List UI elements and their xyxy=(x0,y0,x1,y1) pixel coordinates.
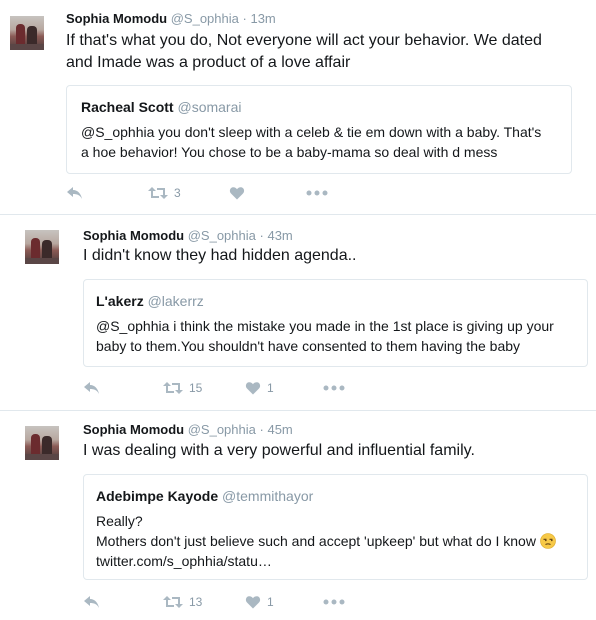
heart-icon xyxy=(229,187,245,200)
quoted-text-line: a hoe behavior! You chose to be a baby-m… xyxy=(81,144,498,160)
author-name[interactable]: Sophia Momodu xyxy=(83,422,184,437)
author-name[interactable]: Sophia Momodu xyxy=(66,11,167,26)
timestamp[interactable]: 45m xyxy=(267,422,292,437)
like-button[interactable]: 1 xyxy=(245,594,274,610)
more-icon xyxy=(323,599,345,605)
tweet-text: I didn't know they had hidden agenda.. xyxy=(83,245,588,267)
separator: · xyxy=(259,422,264,437)
tweet-header: Sophia Momodu @S_ophhia · 43m xyxy=(83,228,293,243)
retweet-icon xyxy=(148,187,168,199)
avatar[interactable] xyxy=(10,16,44,50)
avatar[interactable] xyxy=(25,426,59,460)
quoted-author-handle: @somarai xyxy=(177,99,242,115)
reply-button[interactable] xyxy=(83,594,101,610)
quoted-text-line: Mothers don't just believe such and acce… xyxy=(96,531,586,551)
more-button[interactable] xyxy=(323,382,345,394)
retweet-icon xyxy=(163,596,183,608)
quoted-text-line: baby to them.You shouldn't have consente… xyxy=(96,338,521,354)
tweet-text: If that's what you do, Not everyone will… xyxy=(66,30,586,74)
tweet-text-line: I was dealing with a very powerful and i… xyxy=(83,442,475,459)
more-button[interactable] xyxy=(323,596,345,608)
quoted-tweet[interactable]: Racheal Scott @somarai @S_ophhia you don… xyxy=(66,85,572,174)
quoted-tweet-text: @S_ophhia i think the mistake you made i… xyxy=(96,316,586,356)
retweet-button[interactable]: 3 xyxy=(148,185,181,201)
avatar[interactable] xyxy=(25,230,59,264)
unamused-face-emoji xyxy=(540,533,556,549)
reply-button[interactable] xyxy=(83,380,101,396)
author-handle[interactable]: @S_ophhia xyxy=(188,228,256,243)
tweet-header: Sophia Momodu @S_ophhia · 45m xyxy=(83,422,293,437)
quoted-text-segment: Mothers don't just believe such and acce… xyxy=(96,533,536,549)
tweet-actions: 15 1 xyxy=(83,380,353,400)
timestamp[interactable]: 43m xyxy=(267,228,292,243)
tweet-header: Sophia Momodu @S_ophhia · 13m xyxy=(66,11,276,26)
like-count: 1 xyxy=(267,595,274,609)
quoted-tweet-header: L'akerz @lakerrz xyxy=(96,293,204,309)
reply-button[interactable] xyxy=(66,185,84,201)
retweet-button[interactable]: 13 xyxy=(163,594,202,610)
quoted-text-line: Really? xyxy=(96,513,143,529)
timestamp[interactable]: 13m xyxy=(250,11,275,26)
quoted-tweet-header: Adebimpe Kayode @temmithayor xyxy=(96,488,313,504)
quoted-tweet-text: @S_ophhia you don't sleep with a celeb &… xyxy=(81,122,569,162)
tweet-text-line: I didn't know they had hidden agenda.. xyxy=(83,247,357,264)
tweet-actions: 3 xyxy=(66,185,356,205)
author-handle[interactable]: @S_ophhia xyxy=(188,422,256,437)
quoted-text-line: @S_ophhia i think the mistake you made i… xyxy=(96,318,554,334)
quoted-tweet-text: Really? Mothers don't just believe such … xyxy=(96,511,586,571)
tweet-actions: 13 1 xyxy=(83,594,353,614)
more-icon xyxy=(323,385,345,391)
reply-icon xyxy=(84,382,99,394)
author-handle[interactable]: @S_ophhia xyxy=(171,11,239,26)
quoted-tweet[interactable]: L'akerz @lakerrz @S_ophhia i think the m… xyxy=(83,279,588,367)
tweet-text-line: and Imade was a product of a love affair xyxy=(66,54,351,71)
tweet-1[interactable]: Sophia Momodu @S_ophhia · 13m If that's … xyxy=(0,0,596,214)
like-button[interactable]: 1 xyxy=(245,380,274,396)
tweet-text: I was dealing with a very powerful and i… xyxy=(83,440,588,462)
tweet-2[interactable]: Sophia Momodu @S_ophhia · 43m I didn't k… xyxy=(0,215,596,410)
quoted-author-name: Adebimpe Kayode xyxy=(96,488,219,504)
author-name[interactable]: Sophia Momodu xyxy=(83,228,184,243)
reply-icon xyxy=(84,596,99,608)
more-icon xyxy=(306,190,328,196)
tweet-text-line: If that's what you do, Not everyone will… xyxy=(66,32,542,49)
separator: · xyxy=(242,11,247,26)
like-button[interactable] xyxy=(229,185,251,201)
retweet-count: 15 xyxy=(189,381,203,395)
heart-icon xyxy=(245,382,261,395)
retweet-count: 13 xyxy=(189,595,203,609)
quoted-author-handle: @lakerrz xyxy=(147,293,204,309)
quoted-author-name: L'akerz xyxy=(96,293,144,309)
quoted-tweet[interactable]: Adebimpe Kayode @temmithayor Really? Mot… xyxy=(83,474,588,580)
retweet-icon xyxy=(163,382,183,394)
quoted-tweet-header: Racheal Scott @somarai xyxy=(81,99,242,115)
more-button[interactable] xyxy=(306,187,328,199)
separator: · xyxy=(259,228,264,243)
quoted-author-name: Racheal Scott xyxy=(81,99,174,115)
tweet-3[interactable]: Sophia Momodu @S_ophhia · 45m I was deal… xyxy=(0,411,596,620)
heart-icon xyxy=(245,596,261,609)
reply-icon xyxy=(67,187,82,199)
like-count: 1 xyxy=(267,381,274,395)
quoted-text-line: @S_ophhia you don't sleep with a celeb &… xyxy=(81,124,542,140)
retweet-count: 3 xyxy=(174,186,181,200)
quoted-link[interactable]: twitter.com/s_ophhia/statu… xyxy=(96,551,586,571)
retweet-button[interactable]: 15 xyxy=(163,380,202,396)
quoted-author-handle: @temmithayor xyxy=(222,488,314,504)
